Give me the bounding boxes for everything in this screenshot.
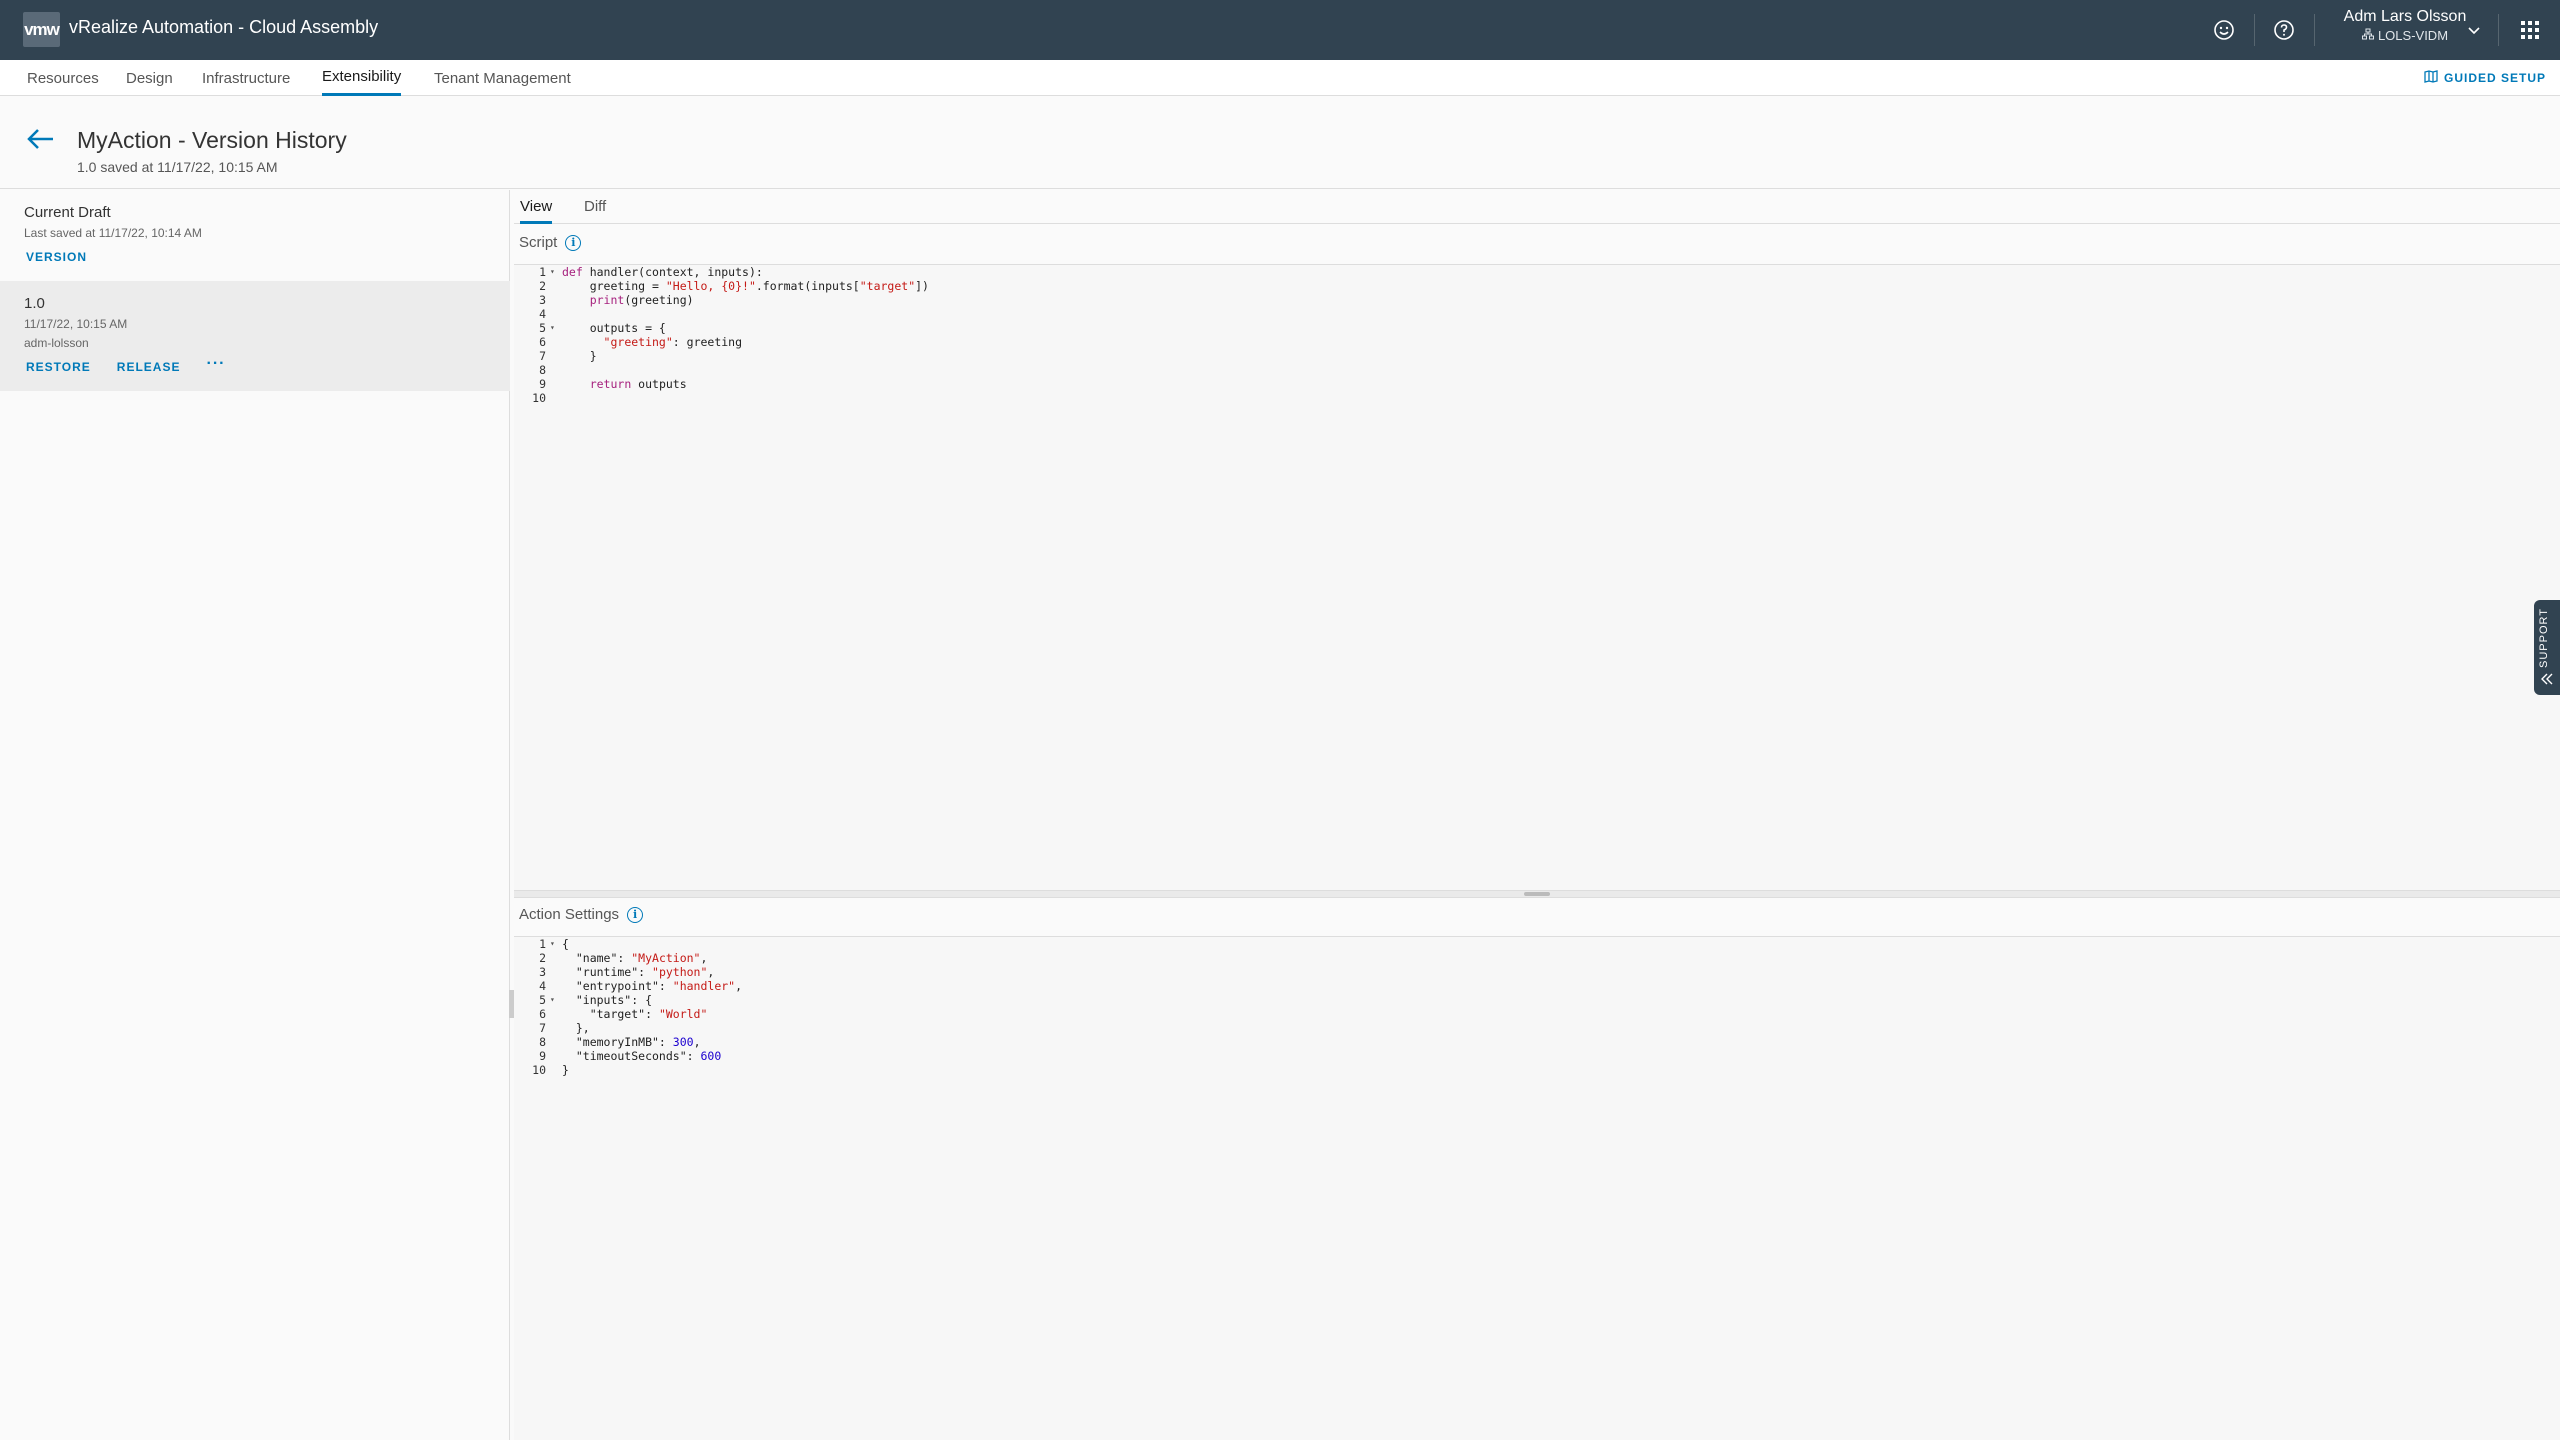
header-divider — [2314, 14, 2315, 46]
version-list-panel: Current Draft Last saved at 11/17/22, 10… — [0, 190, 514, 1440]
more-actions-button[interactable]: ··· — [206, 355, 225, 373]
script-section-label: Script i — [519, 234, 582, 251]
main-nav: Resources Design Infrastructure Extensib… — [0, 60, 2560, 96]
version-detail-panel: View Diff Script i 1 ▾ def handler(context… — [514, 190, 2560, 1440]
vmw-logo: vmw — [23, 12, 60, 47]
code-line: 4 "entrypoint": "handler", — [539, 979, 743, 993]
code-line: 4 — [539, 307, 546, 321]
chevron-down-icon[interactable] — [2460, 16, 2488, 44]
code-line: 6 "greeting": greeting — [539, 335, 743, 349]
code-line: 10 — [532, 391, 546, 405]
app-title: vRealize Automation - Cloud Assembly — [69, 17, 379, 37]
version-item-draft[interactable]: Current Draft Last saved at 11/17/22, 10… — [0, 204, 510, 264]
version-meta: Last saved at 11/17/22, 10:14 AM — [24, 226, 202, 240]
double-chevron-left-icon — [2540, 672, 2554, 691]
action-settings-label: Action Settings — [519, 906, 620, 923]
nav-tab-tenant-management[interactable]: Tenant Management — [434, 60, 571, 96]
page-subtitle: 1.0 saved at 11/17/22, 10:15 AM — [77, 159, 278, 175]
code-line: 1 ▾ def handler(context, inputs): — [539, 265, 763, 279]
support-tab[interactable]: SUPPORT — [2534, 600, 2560, 695]
code-line: 9 return outputs — [539, 377, 687, 391]
page-title: MyAction - Version History — [77, 127, 347, 153]
back-arrow-icon[interactable] — [26, 127, 56, 151]
code-line: 7 } — [539, 349, 597, 363]
code-line: 1 ▾{ — [539, 937, 569, 951]
action-settings-section-label: Action Settings i — [519, 906, 644, 923]
version-date: 11/17/22, 10:15 AM — [24, 317, 128, 331]
info-icon[interactable]: i — [565, 234, 582, 251]
header-divider — [2498, 14, 2499, 46]
map-icon — [2424, 70, 2438, 86]
code-line: 6 "target": "World" — [539, 1007, 708, 1021]
user-menu[interactable]: Adm Lars Olsson LOLS-VIDM — [2330, 8, 2480, 43]
tab-view[interactable]: View — [520, 198, 553, 224]
user-name: Adm Lars Olsson — [2343, 8, 2467, 25]
code-line: 3 print(greeting) — [539, 293, 694, 307]
feedback-smiley-icon[interactable] — [2210, 16, 2238, 44]
version-item-1-0[interactable]: 1.0 11/17/22, 10:15 AM adm-lolsson RESTO… — [0, 281, 510, 391]
tenant-name: LOLS-VIDM — [2377, 28, 2449, 43]
code-line: 9 "timeoutSeconds": 600 — [539, 1049, 722, 1063]
code-line: 7 }, — [539, 1021, 590, 1035]
code-line: 2 "name": "MyAction", — [539, 951, 708, 965]
code-line: 2 greeting = "Hello, {0}!".format(inputs… — [539, 279, 929, 293]
code-line: 8 — [539, 363, 546, 377]
guided-setup-link[interactable]: GUIDED SETUP — [2424, 70, 2546, 86]
version-title: 1.0 — [24, 295, 45, 312]
code-line: 8 "memoryInMB": 300, — [539, 1035, 701, 1049]
page-header: MyAction - Version History 1.0 saved at … — [0, 97, 2560, 189]
info-icon[interactable]: i — [627, 906, 644, 923]
version-button[interactable]: VERSION — [26, 250, 87, 264]
nav-tab-extensibility[interactable]: Extensibility — [322, 60, 402, 96]
nav-tab-infrastructure[interactable]: Infrastructure — [202, 60, 290, 96]
release-button[interactable]: RELEASE — [117, 360, 181, 374]
org-icon — [2361, 28, 2374, 43]
detail-tabs: View Diff — [514, 190, 2560, 224]
nav-tab-design[interactable]: Design — [126, 60, 173, 96]
horizontal-splitter[interactable] — [514, 890, 2560, 898]
splitter-grip[interactable] — [1524, 892, 1550, 896]
guided-setup-label: GUIDED SETUP — [2443, 71, 2546, 85]
user-tenant: LOLS-VIDM — [2330, 28, 2480, 43]
restore-button[interactable]: RESTORE — [26, 360, 91, 374]
help-icon[interactable] — [2270, 16, 2298, 44]
code-line: 5 ▾ outputs = { — [539, 321, 666, 335]
header-divider — [2254, 14, 2255, 46]
code-line: 10} — [532, 1063, 569, 1077]
app-launcher-grid-icon[interactable] — [2516, 16, 2544, 44]
app-header: vmw vRealize Automation - Cloud Assembly… — [0, 0, 2560, 60]
script-label: Script — [519, 234, 558, 251]
support-label: SUPPORT — [2538, 608, 2550, 668]
version-user: adm-lolsson — [24, 336, 89, 350]
code-line: 5 ▾ "inputs": { — [539, 993, 653, 1007]
nav-tab-resources[interactable]: Resources — [27, 60, 99, 96]
code-line: 3 "runtime": "python", — [539, 965, 715, 979]
version-title: Current Draft — [24, 204, 111, 221]
action-settings-editor[interactable]: 1 ▾{ 2 "name": "MyAction", 3 "runtime": "… — [514, 936, 2560, 1440]
tab-diff[interactable]: Diff — [584, 198, 606, 224]
script-editor[interactable]: 1 ▾ def handler(context, inputs): 2 greeti… — [514, 264, 2560, 890]
